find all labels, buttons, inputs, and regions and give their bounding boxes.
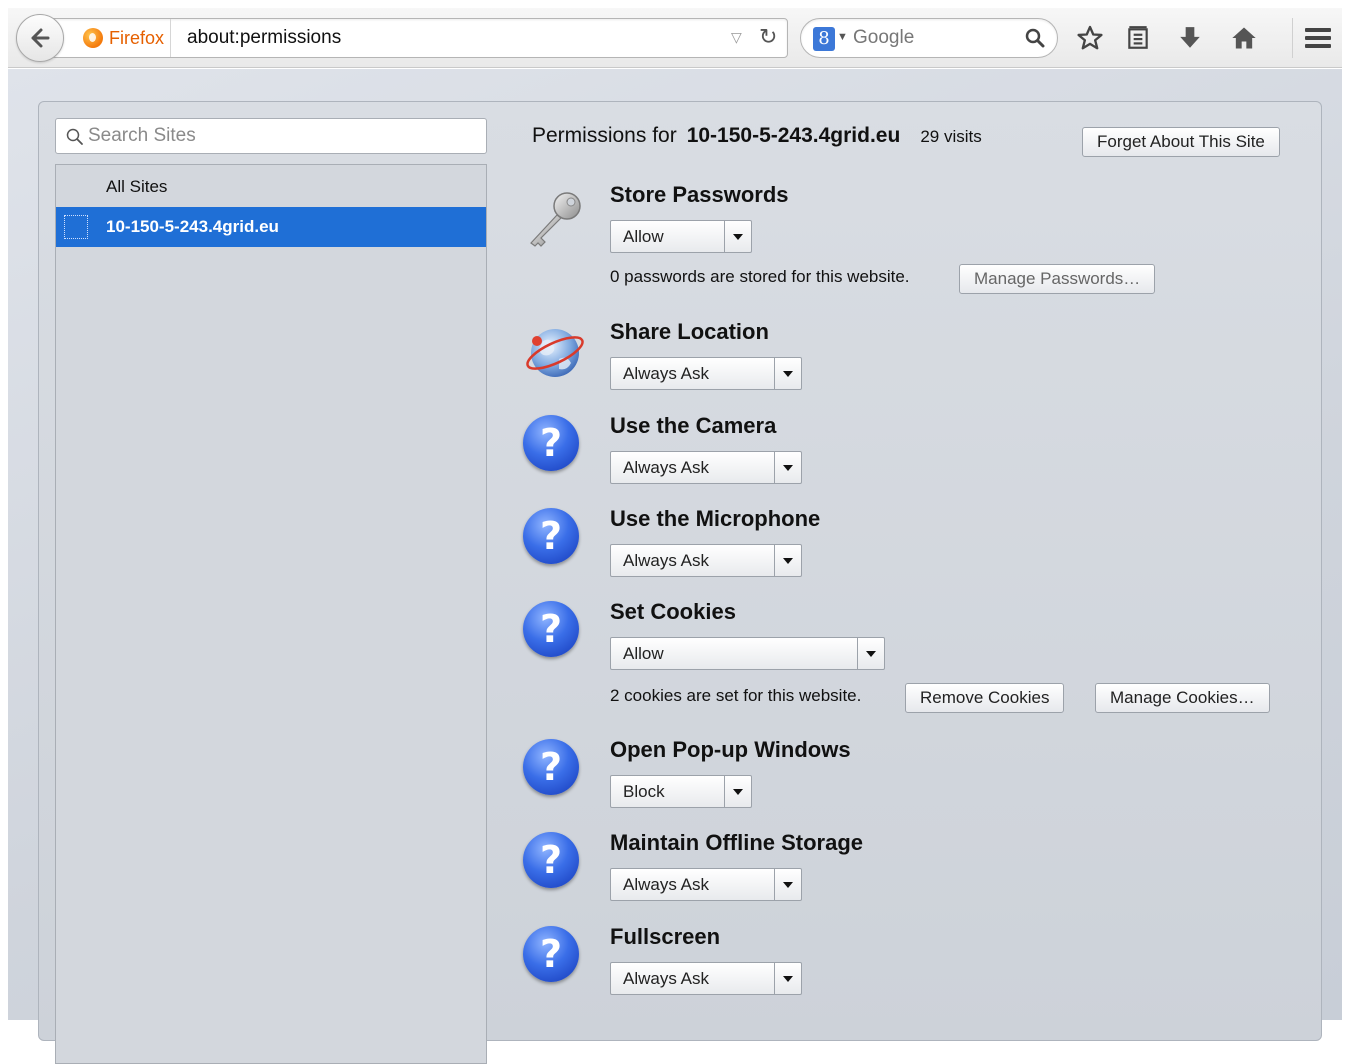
forget-site-button[interactable]: Forget About This Site: [1082, 127, 1280, 157]
permission-title: Use the Microphone: [610, 506, 821, 531]
dropdown-arrow-icon: [774, 869, 801, 900]
key-icon: [523, 188, 587, 252]
question-icon: ?: [523, 739, 587, 803]
permission-title: Set Cookies: [610, 599, 736, 624]
question-mark-glyph: ?: [523, 601, 579, 657]
select-value: Always Ask: [623, 363, 709, 383]
search-icon: [66, 128, 83, 145]
firefox-icon: [83, 28, 103, 48]
cookies-note: 2 cookies are set for this website.: [610, 686, 862, 705]
search-icon[interactable]: [1025, 28, 1045, 48]
camera-select[interactable]: Always Ask: [610, 451, 802, 484]
dropdown-arrow-icon: [724, 221, 751, 252]
microphone-select[interactable]: Always Ask: [610, 544, 802, 577]
question-mark-glyph: ?: [523, 739, 579, 795]
globe-icon: [523, 319, 587, 383]
identity-label: Firefox: [109, 27, 165, 48]
dropdown-arrow-icon: [857, 638, 884, 669]
dropdown-arrow-icon: [774, 545, 801, 576]
sidebar-item-site[interactable]: 10-150-5-243.4grid.eu: [56, 207, 486, 247]
toolbar-separator: [1292, 18, 1293, 58]
search-engine-placeholder[interactable]: Google: [853, 19, 914, 57]
remove-cookies-button[interactable]: Remove Cookies: [905, 683, 1065, 713]
manage-cookies-button[interactable]: Manage Cookies…: [1095, 683, 1270, 713]
url-bar[interactable]: Firefox about:permissions ▽ ↻: [48, 18, 788, 58]
favicon-placeholder-icon: [64, 215, 88, 239]
menu-icon[interactable]: [1302, 22, 1334, 54]
url-text[interactable]: about:permissions: [187, 19, 341, 57]
select-value: Always Ask: [623, 874, 709, 894]
select-value: Allow: [623, 226, 664, 246]
permissions-header-prefix: Permissions for: [532, 124, 677, 147]
sites-list: All Sites 10-150-5-243.4grid.eu: [55, 164, 487, 1064]
select-value: Always Ask: [623, 457, 709, 477]
sidebar-item-label: All Sites: [106, 177, 168, 196]
home-icon[interactable]: [1228, 22, 1260, 54]
permissions-page: All Sites 10-150-5-243.4grid.eu Permissi…: [8, 69, 1342, 1064]
select-value: Allow: [623, 643, 664, 663]
manage-passwords-button[interactable]: Manage Passwords…: [959, 264, 1156, 294]
question-mark-glyph: ?: [523, 415, 579, 471]
dropdown-arrow-icon: [774, 452, 801, 483]
question-mark-glyph: ?: [523, 926, 579, 982]
reading-list-icon[interactable]: [1122, 22, 1154, 54]
cookies-select[interactable]: Allow: [610, 637, 885, 670]
permission-title: Maintain Offline Storage: [610, 830, 864, 855]
permission-title: Fullscreen: [610, 924, 721, 949]
search-sites-input[interactable]: [88, 119, 478, 153]
question-icon: ?: [523, 926, 587, 990]
site-identity[interactable]: Firefox: [83, 19, 172, 57]
sidebar-item-label: 10-150-5-243.4grid.eu: [106, 217, 279, 236]
visit-count: 29 visits: [920, 127, 982, 146]
permission-title: Use the Camera: [610, 413, 777, 438]
question-icon: ?: [523, 415, 587, 479]
store-passwords-select[interactable]: Allow: [610, 220, 752, 253]
bookmark-star-icon[interactable]: [1074, 22, 1106, 54]
browser-toolbar: Firefox about:permissions ▽ ↻ 8 ▼ Google: [8, 8, 1342, 68]
back-button[interactable]: [16, 14, 64, 62]
question-mark-glyph: ?: [523, 508, 579, 564]
dropdown-arrow-icon: [774, 358, 801, 389]
engine-dropdown-icon[interactable]: ▼: [837, 31, 848, 43]
offline-storage-select[interactable]: Always Ask: [610, 868, 802, 901]
question-mark-glyph: ?: [523, 832, 579, 888]
search-bar[interactable]: 8 ▼ Google: [800, 18, 1058, 58]
history-dropdown-icon[interactable]: ▽: [731, 29, 742, 46]
sidebar-item-all-sites[interactable]: All Sites: [56, 167, 486, 207]
popups-select[interactable]: Block: [610, 775, 752, 808]
share-location-select[interactable]: Always Ask: [610, 357, 802, 390]
select-value: Always Ask: [623, 968, 709, 988]
google-icon[interactable]: 8: [813, 27, 835, 51]
fullscreen-select[interactable]: Always Ask: [610, 962, 802, 995]
select-value: Always Ask: [623, 550, 709, 570]
back-arrow-icon: [31, 28, 50, 48]
download-icon[interactable]: [1174, 22, 1206, 54]
dropdown-arrow-icon: [774, 963, 801, 994]
question-icon: ?: [523, 508, 587, 572]
select-value: Block: [623, 781, 665, 801]
permissions-header: Permissions for 10-150-5-243.4grid.eu 29…: [532, 124, 982, 154]
permissions-site-name: 10-150-5-243.4grid.eu: [686, 124, 901, 147]
dropdown-arrow-icon: [724, 776, 751, 807]
permission-title: Store Passwords: [610, 182, 789, 207]
question-icon: ?: [523, 832, 587, 896]
reload-icon[interactable]: ↻: [759, 24, 777, 50]
search-sites-field[interactable]: [55, 118, 487, 154]
permissions-panel: All Sites 10-150-5-243.4grid.eu Permissi…: [38, 101, 1322, 1064]
permission-title: Open Pop-up Windows: [610, 737, 851, 762]
passwords-note: 0 passwords are stored for this website.: [610, 267, 910, 286]
permission-title: Share Location: [610, 319, 769, 344]
question-icon: ?: [523, 601, 587, 665]
